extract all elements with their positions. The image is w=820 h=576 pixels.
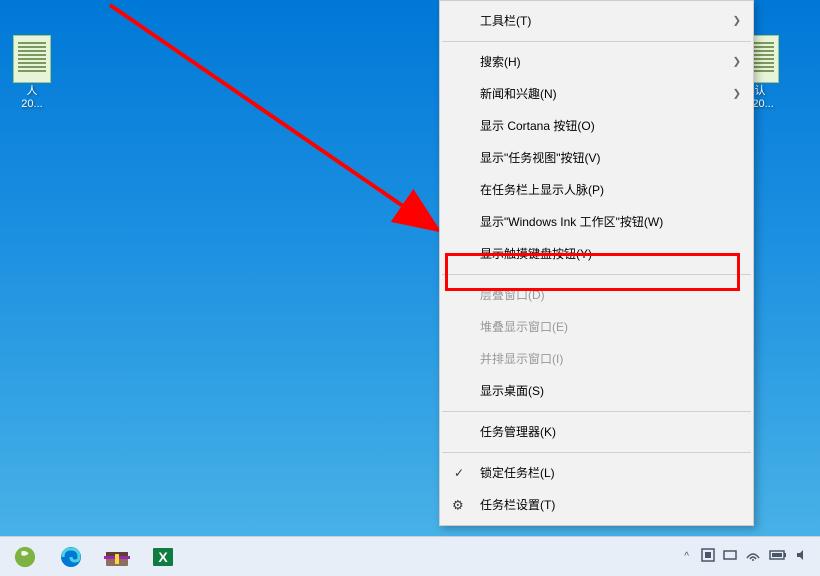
system-tray: ^ — [680, 548, 817, 565]
menu-item-label: 工具栏(T) — [480, 14, 531, 28]
desktop-icon-file-1[interactable]: 人 20... — [2, 35, 62, 111]
menu-item-label: 堆叠显示窗口(E) — [480, 320, 568, 334]
menu-item-label: 显示"任务视图"按钮(V) — [480, 151, 601, 165]
icon-label: 人 — [2, 85, 62, 98]
excel-icon: X — [151, 545, 175, 569]
tray-battery-icon[interactable] — [769, 549, 787, 564]
menu-item-ink[interactable]: 显示"Windows Ink 工作区"按钮(W) — [440, 206, 753, 238]
menu-separator — [442, 41, 751, 42]
menu-item-lock-taskbar[interactable]: ✓ 锁定任务栏(L) — [440, 457, 753, 489]
tray-overflow-caret[interactable]: ^ — [680, 551, 693, 562]
tray-volume-icon[interactable] — [795, 548, 809, 565]
menu-separator — [442, 452, 751, 453]
tray-network-icon[interactable] — [745, 548, 761, 565]
menu-item-people[interactable]: 在任务栏上显示人脉(P) — [440, 174, 753, 206]
menu-separator — [442, 411, 751, 412]
menu-item-cascade: 层叠窗口(D) — [440, 279, 753, 311]
taskbar-app-winrar[interactable] — [95, 538, 139, 576]
menu-item-label: 锁定任务栏(L) — [480, 466, 555, 480]
taskbar-app-edge[interactable] — [49, 538, 93, 576]
taskbar-left: X — [3, 538, 185, 576]
taskbar-app-excel[interactable]: X — [141, 538, 185, 576]
menu-item-task-manager[interactable]: 任务管理器(K) — [440, 416, 753, 448]
menu-item-taskbar-settings[interactable]: ⚙ 任务栏设置(T) — [440, 489, 753, 521]
menu-separator — [442, 274, 751, 275]
menu-item-label: 任务管理器(K) — [480, 425, 556, 439]
svg-text:X: X — [158, 549, 168, 565]
tray-app-icon[interactable] — [701, 548, 715, 565]
menu-item-news[interactable]: 新闻和兴趣(N) ❯ — [440, 78, 753, 110]
menu-item-label: 显示桌面(S) — [480, 384, 544, 398]
menu-item-sidebyside: 并排显示窗口(I) — [440, 343, 753, 375]
menu-item-label: 在任务栏上显示人脉(P) — [480, 183, 604, 197]
gear-icon: ⚙ — [452, 495, 464, 515]
submenu-arrow-icon: ❯ — [733, 87, 741, 102]
desktop[interactable]: 人 20... 认 220... 工具栏(T) ❯ 搜索(H) ❯ 新闻和兴趣(… — [0, 0, 820, 536]
menu-item-toolbar[interactable]: 工具栏(T) ❯ — [440, 5, 753, 37]
menu-item-touch-keyboard[interactable]: 显示触摸键盘按钮(Y) — [440, 238, 753, 270]
menu-item-label: 层叠窗口(D) — [480, 288, 545, 302]
winrar-icon — [104, 546, 130, 568]
checkmark-icon: ✓ — [454, 464, 464, 482]
menu-item-label: 搜索(H) — [480, 55, 521, 69]
menu-item-stack: 堆叠显示窗口(E) — [440, 311, 753, 343]
menu-item-label: 并排显示窗口(I) — [480, 352, 563, 366]
edge-icon — [59, 545, 83, 569]
windows-logo-icon — [14, 546, 36, 568]
menu-item-show-desktop[interactable]: 显示桌面(S) — [440, 375, 753, 407]
arrow-annotation — [100, 0, 450, 250]
submenu-arrow-icon: ❯ — [733, 55, 741, 70]
menu-item-cortana[interactable]: 显示 Cortana 按钮(O) — [440, 110, 753, 142]
menu-item-label: 新闻和兴趣(N) — [480, 87, 557, 101]
submenu-arrow-icon: ❯ — [733, 14, 741, 29]
menu-item-label: 显示 Cortana 按钮(O) — [480, 119, 595, 133]
tray-input-icon[interactable] — [723, 548, 737, 565]
taskbar-context-menu: 工具栏(T) ❯ 搜索(H) ❯ 新闻和兴趣(N) ❯ 显示 Cortana 按… — [439, 0, 754, 526]
menu-item-search[interactable]: 搜索(H) ❯ — [440, 46, 753, 78]
menu-item-label: 显示"Windows Ink 工作区"按钮(W) — [480, 215, 663, 229]
start-button[interactable] — [3, 538, 47, 576]
taskbar[interactable]: X ^ — [0, 536, 820, 576]
menu-item-label: 显示触摸键盘按钮(Y) — [480, 247, 592, 261]
menu-item-label: 任务栏设置(T) — [480, 498, 555, 512]
icon-label-line2: 20... — [2, 98, 62, 111]
text-file-icon — [13, 35, 51, 83]
menu-item-taskview[interactable]: 显示"任务视图"按钮(V) — [440, 142, 753, 174]
